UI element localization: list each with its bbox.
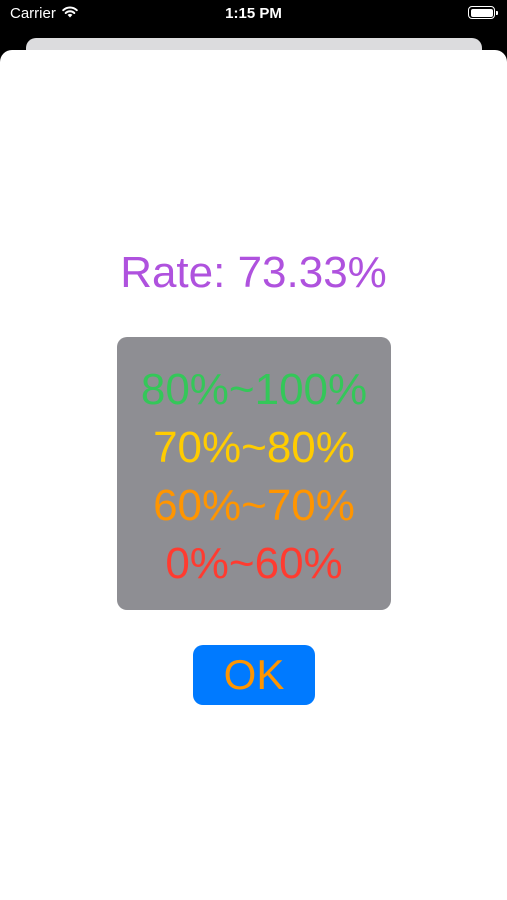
rate-legend: 80%~100% 70%~80% 60%~70% 0%~60%	[117, 337, 391, 610]
status-time: 1:15 PM	[225, 5, 282, 22]
rate-label: Rate: 73.33%	[120, 248, 387, 297]
ok-button[interactable]: OK	[193, 645, 315, 705]
legend-item-0-60: 0%~60%	[165, 539, 343, 588]
screen: Carrier 1:15 PM Rate: 73.33% 80%~100% 70…	[0, 0, 507, 900]
status-right	[468, 6, 498, 19]
battery-icon	[468, 6, 498, 19]
legend-item-60-70: 60%~70%	[153, 481, 355, 530]
legend-item-80-100: 80%~100%	[140, 365, 368, 414]
status-bar: Carrier 1:15 PM	[0, 0, 507, 30]
legend-item-70-80: 70%~80%	[153, 423, 355, 472]
